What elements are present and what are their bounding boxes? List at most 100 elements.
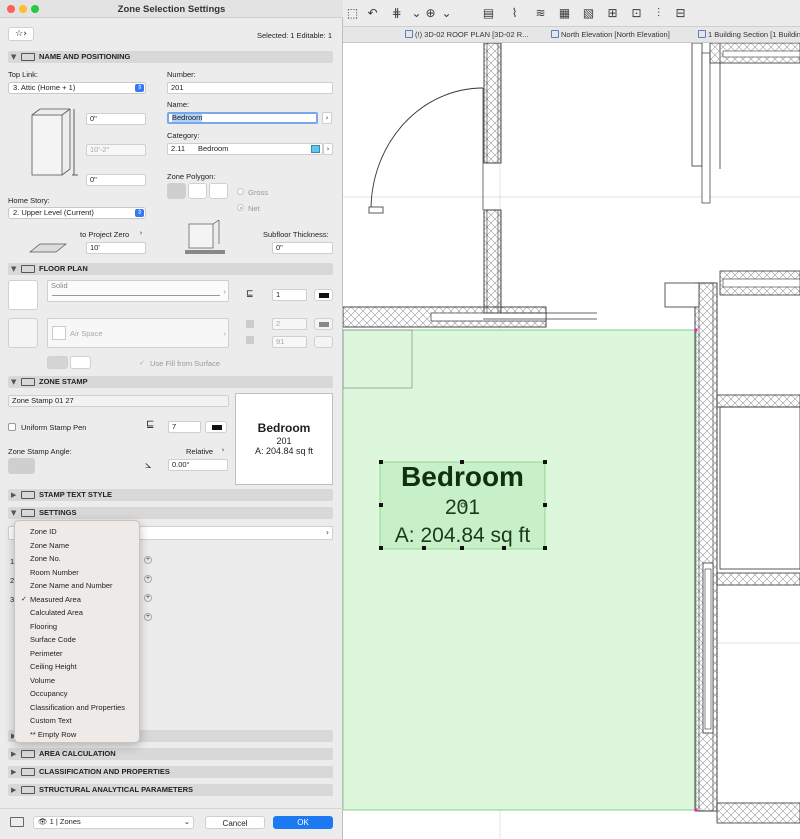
top-offset-field[interactable]: 0" (86, 113, 146, 125)
tool-icon[interactable]: ⌇ (507, 6, 522, 21)
tab-roof-plan[interactable]: (!) 3D-02 ROOF PLAN [3D-02 R... (405, 29, 537, 41)
chevron-right-icon[interactable]: › (218, 445, 228, 457)
menu-item[interactable]: Surface Code (15, 633, 141, 646)
cover-pen-color[interactable] (314, 318, 333, 330)
menu-item[interactable]: Zone Name (15, 539, 141, 552)
menu-item[interactable]: Zone ID (15, 525, 141, 538)
section-settings[interactable]: ▼ SETTINGS (8, 507, 333, 519)
menu-item[interactable]: Custom Text (15, 714, 141, 727)
background-pen-field[interactable]: 91 (272, 336, 307, 348)
zone-height-field[interactable]: 10'-2" (86, 144, 146, 156)
chevron-down-icon: ▼ (11, 509, 17, 517)
tab-north-elevation[interactable]: North Elevation [North Elevation] (551, 29, 683, 41)
chevron-right-icon[interactable]: › (136, 228, 146, 240)
dialog-title: Zone Selection Settings (117, 4, 226, 15)
menu-item[interactable]: ** Empty Row (15, 728, 141, 741)
tool-icon[interactable]: ⊡ (629, 6, 644, 21)
category-options-button[interactable]: › (323, 143, 333, 155)
floor-plan-view[interactable]: ⬚ ↶ ⋕ ⌄ ⊕ ⌄ ▤ ⌇ ≋ ▦ ▧ ⊞ ⊡ ⫶ ⊟ (!) 3D-02 … (343, 0, 800, 839)
fill-polygon-icon[interactable] (8, 280, 38, 310)
favorites-button[interactable]: ☆› (8, 27, 34, 41)
section-stamp-text-style[interactable]: ▶ STAMP TEXT STYLE (8, 489, 333, 501)
section-icon (698, 30, 706, 38)
angle-icon: ⦣ (145, 458, 152, 471)
cover-pen-field[interactable]: 2 (272, 318, 307, 330)
zone-name-field[interactable]: Bedroom (167, 112, 318, 124)
polygon-manual-icon[interactable] (167, 183, 186, 199)
menu-item[interactable]: Flooring (15, 620, 141, 633)
top-link-select[interactable]: 3. Attic (Home + 1) ⇕ (8, 82, 146, 94)
tool-icon[interactable]: ≋ (533, 6, 548, 21)
chevron-down-icon[interactable]: ⌄ (439, 6, 454, 21)
menu-item[interactable]: Volume (15, 674, 141, 687)
stamp-parameter-menu: Zone ID Zone Name Zone No. Room Number Zone … (14, 520, 140, 743)
tool-icon[interactable]: ▦ (557, 6, 572, 21)
stamp-pen-icon: ⊑ (146, 419, 155, 430)
menu-item[interactable]: Occupancy (15, 687, 141, 700)
section-zone-stamp[interactable]: ▼ ZONE STAMP (8, 376, 333, 388)
fill-orientation-icon[interactable] (47, 356, 68, 369)
menu-item[interactable]: Zone No. (15, 552, 141, 565)
category-select[interactable]: 2.11 Bedroom (167, 143, 323, 155)
menu-item[interactable]: Zone Name and Number (15, 579, 141, 592)
tool-icon[interactable]: ↶ (365, 6, 380, 21)
add-row-icon[interactable]: + (144, 575, 152, 583)
cover-fill-picker[interactable]: Air Space › (47, 318, 229, 348)
tool-icon[interactable]: ⬚ (345, 6, 360, 21)
tool-icon[interactable]: ⊞ (605, 6, 620, 21)
fill-distortion-icon[interactable] (70, 356, 91, 369)
chevron-down-icon[interactable]: ⌄ (409, 6, 424, 21)
zone-number-field[interactable]: 201 (167, 82, 333, 94)
section-area-calculation[interactable]: ▶ AREA CALCULATION (8, 748, 333, 760)
stamp-angle-fixed-icon[interactable] (8, 458, 35, 474)
add-row-icon[interactable]: + (144, 556, 152, 564)
stamp-angle-aligned-icon[interactable] (38, 458, 65, 474)
menu-item[interactable]: Room Number (15, 566, 141, 579)
tab-building-section[interactable]: 1 Building Section [1 Building Se... (698, 29, 800, 41)
polygon-rectangle-icon[interactable] (188, 183, 207, 199)
section-classification[interactable]: ▶ CLASSIFICATION AND PROPERTIES (8, 766, 333, 778)
project-zero-field[interactable]: 10' (86, 242, 146, 254)
section-floor-plan[interactable]: ▼ FLOOR PLAN (8, 263, 333, 275)
fill-pen-color[interactable] (314, 289, 333, 301)
tool-icon[interactable]: ▤ (481, 6, 496, 21)
use-fill-checkbox[interactable]: ✓ (139, 359, 145, 367)
bottom-offset-field[interactable]: 0" (86, 174, 146, 186)
menu-item[interactable]: Ceiling Height (15, 660, 141, 673)
section-structural[interactable]: ▶ STRUCTURAL ANALYTICAL PARAMETERS (8, 784, 333, 796)
tool-icon[interactable]: ⊟ (673, 6, 688, 21)
stamp-pen-field[interactable]: 7 (168, 421, 201, 433)
stamp-pen-color[interactable] (205, 421, 227, 433)
menu-item[interactable]: ✓ Measured Area (15, 593, 141, 606)
tool-icon[interactable]: ⫶ (651, 6, 666, 21)
tool-icon[interactable]: ▧ (581, 6, 596, 21)
menu-item[interactable]: Calculated Area (15, 606, 141, 619)
star-icon: ☆› (15, 29, 27, 39)
relative-label: Relative (186, 447, 214, 456)
cover-fill-icon[interactable] (8, 318, 38, 348)
net-radio[interactable] (237, 204, 244, 211)
polygon-auto-icon[interactable] (209, 183, 228, 199)
gross-radio[interactable] (237, 188, 244, 195)
fill-pen-field[interactable]: 1 (272, 289, 307, 301)
stamp-angle-label: Zone Stamp Angle: (8, 447, 72, 456)
home-story-select[interactable]: 2. Upper Level (Current) ⇕ (8, 207, 146, 219)
background-pen-icon (246, 336, 254, 344)
uniform-pen-checkbox[interactable] (8, 423, 16, 431)
fill-type-picker[interactable]: Solid › (47, 280, 229, 302)
cancel-button[interactable]: Cancel (205, 816, 265, 829)
stamp-angle-field[interactable]: 0.00° (168, 459, 228, 471)
snap-icon[interactable]: ⊕ (423, 6, 438, 21)
layer-select[interactable]: 👁 1 | Zones ⌄ (33, 816, 194, 829)
background-pen-color[interactable] (314, 336, 333, 348)
menu-item[interactable]: Perimeter (15, 647, 141, 660)
name-options-button[interactable]: › (322, 112, 332, 124)
grid-icon[interactable]: ⋕ (389, 6, 404, 21)
add-row-icon[interactable]: + (144, 613, 152, 621)
menu-item[interactable]: Classification and Properties (15, 701, 141, 714)
add-row-icon[interactable]: + (144, 594, 152, 602)
ok-button[interactable]: OK (273, 816, 333, 829)
stamp-name-field[interactable]: Zone Stamp 01 27 (8, 395, 229, 407)
section-name-positioning[interactable]: ▼ NAME AND POSITIONING (8, 51, 333, 63)
subfloor-field[interactable]: 0" (272, 242, 333, 254)
